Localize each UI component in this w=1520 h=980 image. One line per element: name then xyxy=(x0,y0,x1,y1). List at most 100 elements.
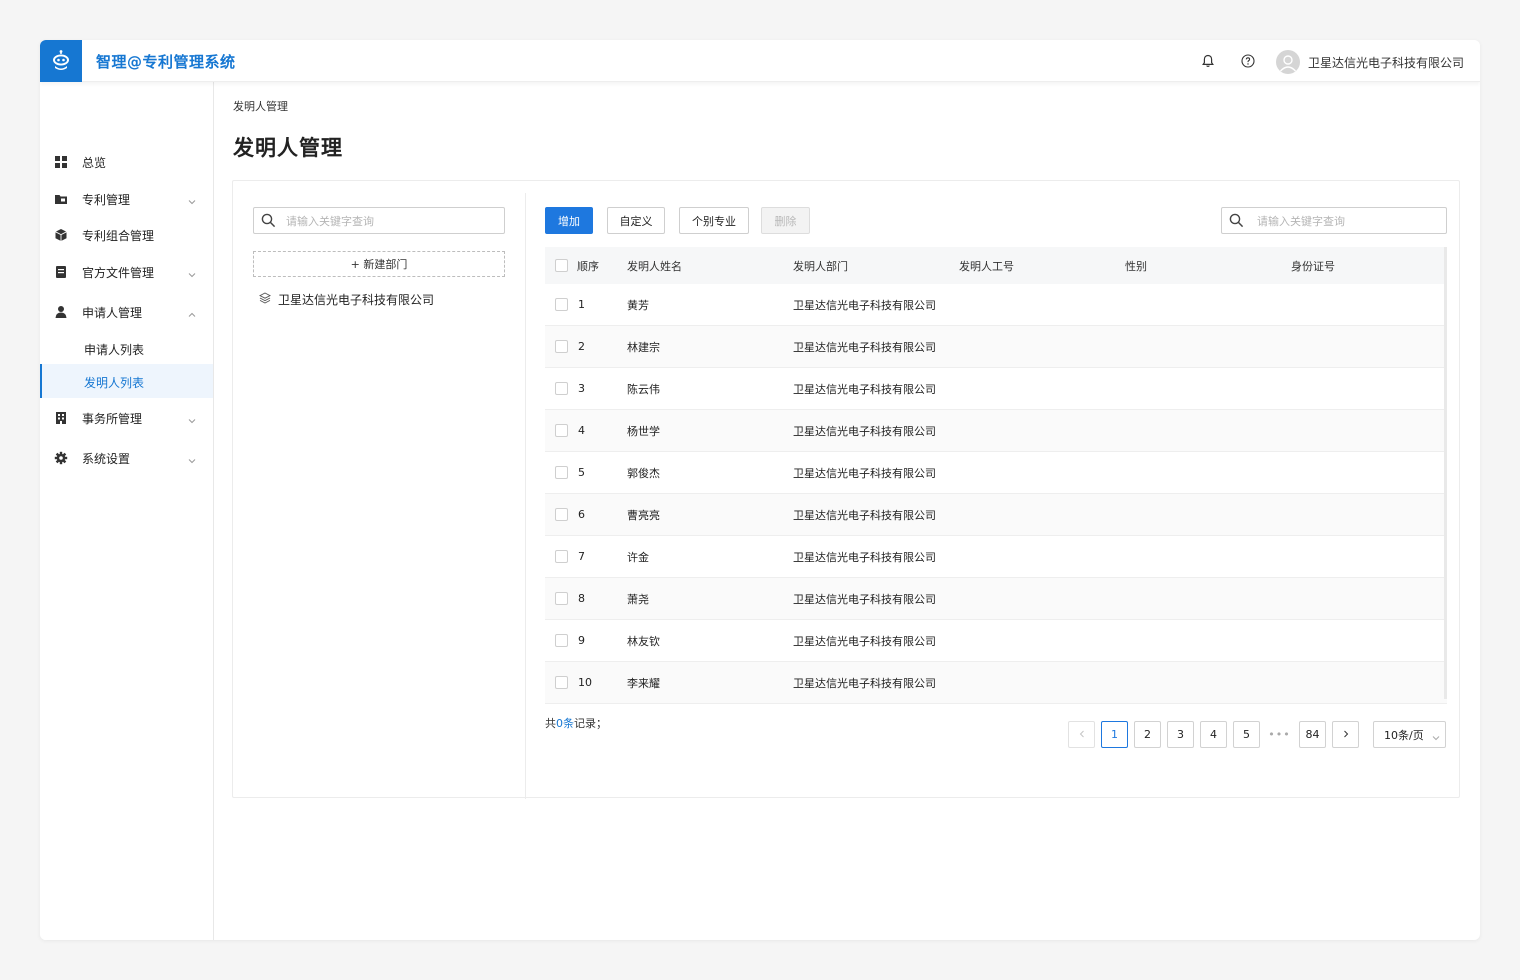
cell-inventor-name: 萧尧 xyxy=(627,592,649,606)
sidebar-item-patent-management[interactable]: 专利管理 xyxy=(40,182,213,216)
cell-inventor-name: 李来耀 xyxy=(627,676,660,690)
robot-logo-icon[interactable] xyxy=(40,40,82,82)
cell-order: 8 xyxy=(578,592,585,605)
table-row[interactable]: 4 杨世学 卫星达信光电子科技有限公司 xyxy=(545,410,1447,452)
help-icon[interactable] xyxy=(1240,53,1256,69)
individual-major-button[interactable]: 个别专业 xyxy=(679,207,749,234)
bell-icon[interactable] xyxy=(1200,53,1216,69)
sidebar-item-applicant-management[interactable]: 申请人管理 xyxy=(40,295,213,329)
chevron-down-icon xyxy=(1432,732,1440,741)
cell-inventor-name: 曹亮亮 xyxy=(627,508,660,522)
row-checkbox[interactable] xyxy=(555,676,568,689)
delete-button[interactable]: 删除 xyxy=(761,207,810,234)
user-avatar-icon[interactable] xyxy=(1276,50,1300,74)
row-checkbox[interactable] xyxy=(555,592,568,605)
page-button-last[interactable]: 84 xyxy=(1299,721,1326,748)
cell-inventor-name: 许金 xyxy=(627,550,649,564)
sidebar-subitem-applicant-list[interactable]: 申请人列表 xyxy=(40,331,213,365)
row-checkbox[interactable] xyxy=(555,634,568,647)
next-page-button[interactable] xyxy=(1332,721,1359,748)
breadcrumb[interactable]: 发明人管理 xyxy=(233,98,288,114)
cell-order: 7 xyxy=(578,550,585,563)
table-row[interactable]: 8 萧尧 卫星达信光电子科技有限公司 xyxy=(545,578,1447,620)
page-button-4[interactable]: 4 xyxy=(1200,721,1227,748)
column-header-gender[interactable]: 性别 xyxy=(1125,247,1147,284)
department-tree-node[interactable]: 卫星达信光电子科技有限公司 xyxy=(259,291,434,308)
column-header-name[interactable]: 发明人姓名 xyxy=(627,247,682,284)
sidebar-item-patent-portfolio[interactable]: 专利组合管理 xyxy=(40,218,213,252)
page-button-3[interactable]: 3 xyxy=(1167,721,1194,748)
cell-order: 1 xyxy=(578,298,585,311)
gear-icon xyxy=(54,451,68,465)
sidebar-item-label: 系统设置 xyxy=(82,451,131,466)
sidebar-item-system-settings[interactable]: 系统设置 xyxy=(40,441,213,475)
cell-inventor-name: 林建宗 xyxy=(627,340,660,354)
prev-page-button[interactable] xyxy=(1068,721,1095,748)
column-header-order[interactable]: 顺序 xyxy=(577,247,599,284)
row-checkbox[interactable] xyxy=(555,550,568,563)
column-header-department[interactable]: 发明人部门 xyxy=(793,247,848,284)
table-row[interactable]: 3 陈云伟 卫星达信光电子科技有限公司 xyxy=(545,368,1447,410)
cell-inventor-name: 林友钦 xyxy=(627,634,660,648)
sidebar-subitem-inventor-list[interactable]: 发明人列表 xyxy=(40,364,213,398)
document-icon xyxy=(54,265,68,279)
page-button-2[interactable]: 2 xyxy=(1134,721,1161,748)
grid-icon xyxy=(54,155,68,169)
row-checkbox[interactable] xyxy=(555,298,568,311)
new-department-button[interactable]: + 新建部门 xyxy=(253,251,505,277)
sidebar-item-label: 总览 xyxy=(82,155,107,170)
cell-inventor-name: 郭俊杰 xyxy=(627,466,660,480)
page-button-5[interactable]: 5 xyxy=(1233,721,1260,748)
department-search[interactable] xyxy=(253,207,505,234)
panel-divider xyxy=(525,193,526,799)
row-checkbox[interactable] xyxy=(555,340,568,353)
total-suffix: 记录； xyxy=(574,717,607,730)
inventor-search[interactable] xyxy=(1221,207,1447,234)
sidebar-subitem-label: 发明人列表 xyxy=(84,376,145,390)
table-row[interactable]: 10 李来耀 卫星达信光电子科技有限公司 xyxy=(545,662,1447,704)
chevron-down-icon xyxy=(188,454,196,464)
inventor-search-input[interactable] xyxy=(1257,212,1437,230)
table-row[interactable]: 2 林建宗 卫星达信光电子科技有限公司 xyxy=(545,326,1447,368)
table-row[interactable]: 6 曹亮亮 卫星达信光电子科技有限公司 xyxy=(545,494,1447,536)
page-size-select[interactable]: 10条/页 xyxy=(1373,721,1446,748)
page-ellipsis[interactable]: ••• xyxy=(1266,721,1293,748)
cell-inventor-department: 卫星达信光电子科技有限公司 xyxy=(793,424,936,438)
table-row[interactable]: 1 黄芳 卫星达信光电子科技有限公司 xyxy=(545,284,1447,326)
record-total: 共0条记录； xyxy=(545,715,607,731)
select-all-checkbox[interactable] xyxy=(555,259,568,272)
cell-inventor-department: 卫星达信光电子科技有限公司 xyxy=(793,634,936,648)
table-row[interactable]: 5 郭俊杰 卫星达信光电子科技有限公司 xyxy=(545,452,1447,494)
sidebar-item-official-docs[interactable]: 官方文件管理 xyxy=(40,255,213,289)
cell-inventor-department: 卫星达信光电子科技有限公司 xyxy=(793,298,936,312)
layers-icon xyxy=(259,292,271,307)
row-checkbox[interactable] xyxy=(555,424,568,437)
cell-order: 10 xyxy=(578,676,592,689)
chevron-down-icon xyxy=(188,268,196,278)
table-row[interactable]: 7 许金 卫星达信光电子科技有限公司 xyxy=(545,536,1447,578)
cell-order: 4 xyxy=(578,424,585,437)
column-header-id-number[interactable]: 身份证号 xyxy=(1291,247,1335,284)
table-header: 顺序 发明人姓名 发明人部门 发明人工号 性别 身份证号 xyxy=(545,247,1447,284)
table-row[interactable]: 9 林友钦 卫星达信光电子科技有限公司 xyxy=(545,620,1447,662)
cell-inventor-name: 杨世学 xyxy=(627,424,660,438)
row-checkbox[interactable] xyxy=(555,382,568,395)
user-icon xyxy=(54,305,68,319)
department-tree-label: 卫星达信光电子科技有限公司 xyxy=(278,293,435,307)
sidebar-subitem-label: 申请人列表 xyxy=(84,343,145,357)
cell-inventor-name: 陈云伟 xyxy=(627,382,660,396)
customize-button[interactable]: 自定义 xyxy=(607,207,665,234)
sidebar-item-overview[interactable]: 总览 xyxy=(40,145,213,179)
user-name[interactable]: 卫星达信光电子科技有限公司 xyxy=(1308,54,1464,71)
sidebar-item-agency-management[interactable]: 事务所管理 xyxy=(40,401,213,435)
department-search-input[interactable] xyxy=(286,212,466,230)
page-button-1[interactable]: 1 xyxy=(1101,721,1128,748)
row-checkbox[interactable] xyxy=(555,466,568,479)
column-header-employee-id[interactable]: 发明人工号 xyxy=(959,247,1014,284)
cell-inventor-department: 卫星达信光电子科技有限公司 xyxy=(793,550,936,564)
building-icon xyxy=(54,411,68,425)
sidebar-item-label: 申请人管理 xyxy=(82,305,143,320)
row-checkbox[interactable] xyxy=(555,508,568,521)
table-scrollbar[interactable] xyxy=(1444,247,1447,699)
add-button[interactable]: 增加 xyxy=(545,207,593,234)
